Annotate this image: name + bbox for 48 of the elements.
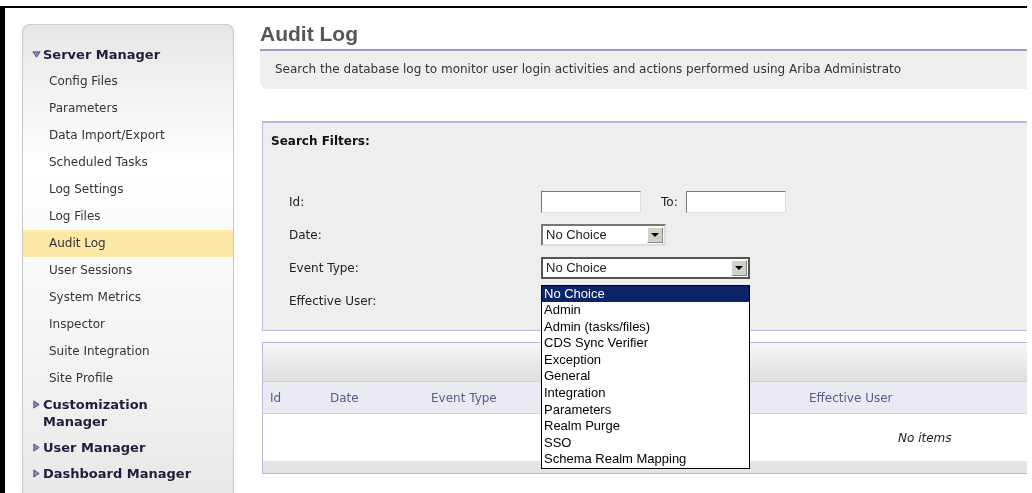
field-label: To: (661, 194, 678, 209)
dropdown[interactable]: No Choice (541, 223, 666, 246)
sidebar-item[interactable]: Audit Log (23, 230, 233, 257)
sidebar-section[interactable]: Server Manager (23, 42, 233, 68)
dropdown-option[interactable]: Schema Realm Mapping (542, 451, 749, 469)
sidebar-section[interactable]: Customization Manager (23, 392, 233, 435)
input-field[interactable] (685, 190, 786, 213)
collapsed-triangle-icon (32, 400, 41, 409)
dropdown-option[interactable]: Integration (542, 385, 749, 402)
input-field[interactable] (541, 190, 641, 213)
dropdown-option[interactable]: No Choice (542, 285, 749, 303)
collapsed-triangle-icon (32, 443, 41, 452)
sidebar-item[interactable]: Inspector (23, 311, 233, 338)
description-bar: Search the database log to monitor user login activities and actions performed using Ariba Administrato (260, 51, 1027, 89)
sidebar-item[interactable]: Site Profile (23, 365, 233, 392)
sidebar-item[interactable]: System Metrics (23, 284, 233, 311)
field-label: Event Type: (288, 260, 360, 275)
dropdown-option[interactable]: CDS Sync Verifier (542, 335, 749, 352)
dropdown-option[interactable]: SSO (542, 434, 749, 452)
dropdown-option[interactable]: Realm Purge (542, 418, 749, 435)
sidebar-item[interactable]: Config Files (23, 68, 233, 95)
sidebar-item[interactable]: Suite Integration (23, 338, 233, 365)
column-header[interactable]: Id (263, 390, 323, 405)
dropdown-option[interactable]: General (542, 368, 749, 386)
column-header[interactable]: Effective User (802, 390, 1027, 405)
filters-title: Search Filters: (270, 133, 371, 148)
dropdown-option[interactable]: Admin (tasks/files) (542, 318, 749, 336)
dropdown[interactable]: No Choice (541, 256, 750, 279)
field-label: Effective User: (288, 293, 378, 308)
field-label: Date: (288, 227, 323, 242)
sidebar-item[interactable]: Log Settings (23, 176, 233, 203)
sidebar-item[interactable]: Data Import/Export (23, 122, 233, 149)
dropdown-option[interactable]: Admin (542, 302, 749, 319)
sidebar-item[interactable]: Parameters (23, 95, 233, 122)
dropdown-option[interactable]: Exception (542, 351, 749, 369)
sidebar-item[interactable]: User Sessions (23, 257, 233, 284)
caret-icon (731, 259, 747, 276)
sidebar-section[interactable]: Dashboard Manager (23, 461, 233, 487)
caret-icon (647, 226, 663, 243)
field-label: Id: (288, 194, 306, 209)
sidebar-item[interactable]: Log Files (23, 203, 233, 230)
expanded-triangle-icon (32, 50, 41, 59)
collapsed-triangle-icon (32, 469, 41, 478)
sidebar-section[interactable]: User Manager (23, 435, 233, 461)
empty-message: No items (898, 430, 952, 445)
dropdown-option[interactable]: Parameters (542, 401, 749, 419)
sidebar-item[interactable]: Scheduled Tasks (23, 149, 233, 176)
column-header[interactable]: Date (323, 390, 424, 405)
